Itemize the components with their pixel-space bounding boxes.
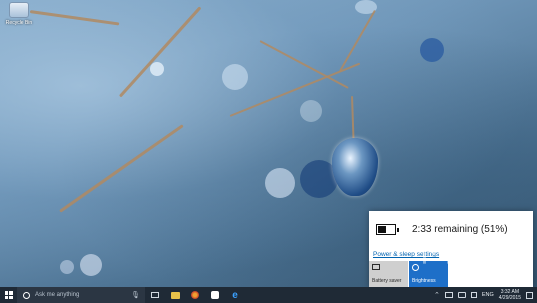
search-placeholder: Ask me anything xyxy=(35,292,80,298)
folder-icon xyxy=(170,291,180,299)
edge-icon: e xyxy=(232,289,238,301)
chevron-up-icon[interactable]: ⌃ xyxy=(434,291,440,299)
bokeh-light xyxy=(420,38,444,62)
clock-date: 4/29/2015 xyxy=(498,295,521,301)
task-view-button[interactable] xyxy=(145,287,165,303)
edge-button[interactable]: e xyxy=(225,287,245,303)
language-indicator[interactable]: ENG xyxy=(482,292,494,298)
brightness-label: Brightness xyxy=(412,278,436,284)
bokeh-light xyxy=(60,260,74,274)
system-tray: ⌃ ENG 3:32 AM 4/29/2015 xyxy=(434,289,537,301)
watermark-logo: 下载吧 xyxy=(412,238,494,268)
browser-icon xyxy=(191,291,199,299)
store-button[interactable] xyxy=(205,287,225,303)
battery-tray-icon[interactable] xyxy=(444,292,453,298)
battery-saver-label: Battery saver xyxy=(372,278,402,284)
branch xyxy=(29,10,120,26)
bokeh-light xyxy=(222,64,248,90)
search-box[interactable]: Ask me anything 🎙︎ xyxy=(17,287,145,303)
branch xyxy=(259,40,349,89)
desktop-icon-label: Recycle Bin xyxy=(5,20,33,26)
branch xyxy=(59,124,184,213)
water-droplet xyxy=(332,138,378,196)
file-explorer-button[interactable] xyxy=(165,287,185,303)
cortana-icon xyxy=(23,291,30,299)
battery-icon xyxy=(376,224,399,235)
bokeh-light xyxy=(265,168,295,198)
task-view-icon xyxy=(151,292,159,298)
recycle-bin-icon xyxy=(9,2,29,18)
branch xyxy=(118,6,202,98)
bokeh-light xyxy=(300,100,322,122)
battery-saver-icon xyxy=(372,264,380,270)
microphone-icon[interactable]: 🎙︎ xyxy=(131,291,145,299)
battery-saver-tile[interactable]: Battery saver xyxy=(369,261,408,287)
network-icon[interactable] xyxy=(457,292,466,298)
taskbar: Ask me anything 🎙︎ e ⌃ ENG 3:32 AM 4/29/… xyxy=(0,287,537,303)
bokeh-light xyxy=(80,254,102,276)
browser-button[interactable] xyxy=(185,287,205,303)
action-center-icon[interactable] xyxy=(526,291,533,299)
store-icon xyxy=(211,291,219,299)
windows-logo-icon xyxy=(4,291,13,299)
start-button[interactable] xyxy=(0,287,17,303)
clock[interactable]: 3:32 AM 4/29/2015 xyxy=(499,289,521,301)
volume-icon[interactable] xyxy=(470,292,477,298)
desktop-icon-recycle-bin[interactable]: Recycle Bin xyxy=(4,2,34,26)
bokeh-light xyxy=(150,62,164,76)
branch xyxy=(351,95,355,143)
